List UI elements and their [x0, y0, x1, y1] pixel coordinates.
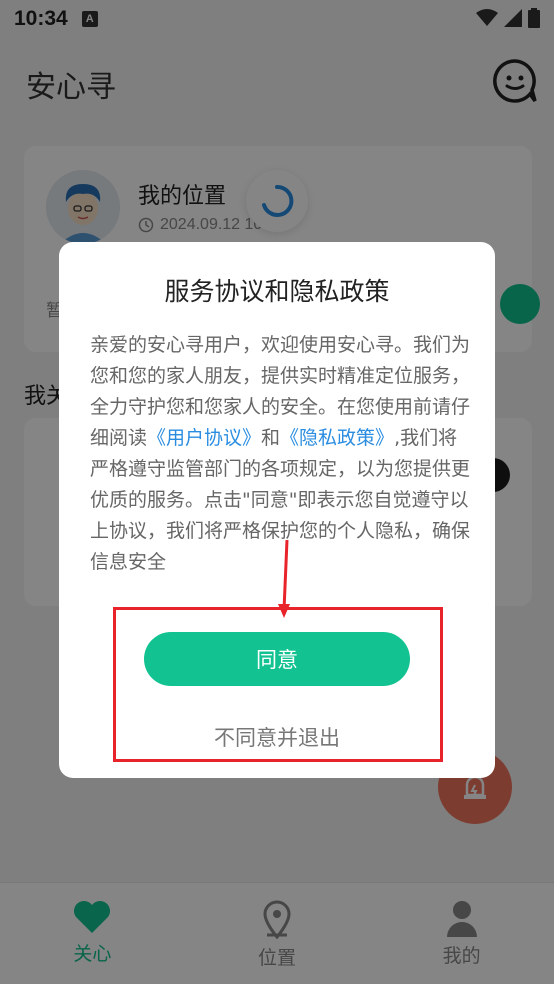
dialog-title: 服务协议和隐私政策 [164, 277, 390, 306]
privacy-policy-link[interactable]: 《隐私政策》 [280, 427, 394, 449]
and-text: 和 [261, 427, 281, 449]
annotation-highlight-box [113, 607, 443, 762]
user-agreement-link[interactable]: 《用户协议》 [147, 427, 261, 449]
